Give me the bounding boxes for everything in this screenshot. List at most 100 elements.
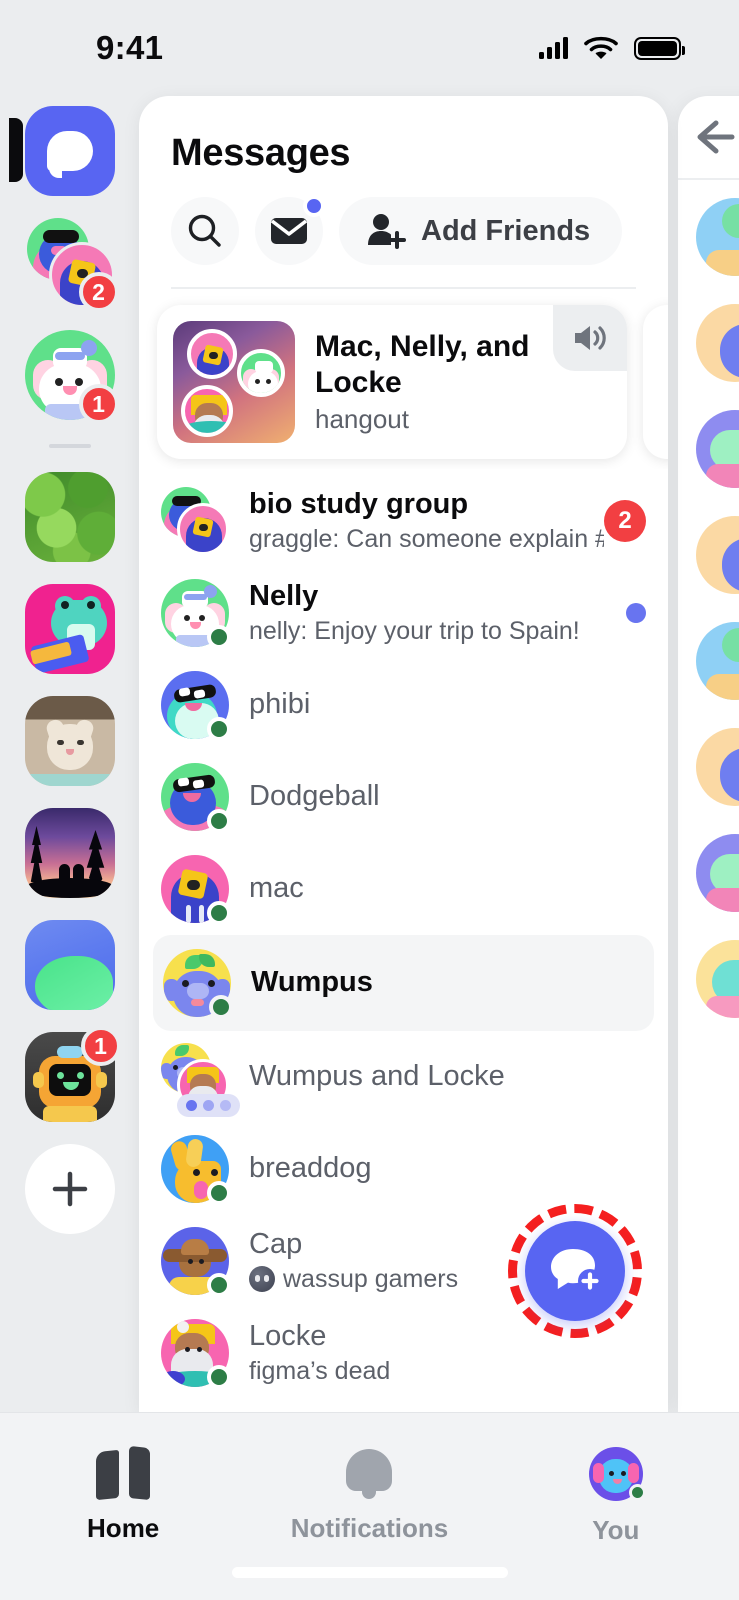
kitten-photo[interactable] [24,696,115,786]
sidebar-item-nelly[interactable]: 1 [24,330,119,424]
add-server-button[interactable] [24,1144,115,1234]
peek-avatar[interactable] [696,940,739,1018]
active-voice-row[interactable]: Mac, Nelly, and Locke hangout [139,289,668,469]
list-item-text: Wumpus [251,966,644,999]
tab-home-label: Home [87,1513,160,1543]
sunset-photo[interactable] [24,808,115,898]
sidebar-item-sunset-server[interactable] [24,808,115,898]
tab-notifications-label: Notifications [290,1513,449,1543]
inbox-unread-dot [303,195,325,217]
tab-notifications[interactable]: Notifications [246,1447,492,1544]
peek-avatar[interactable] [696,516,739,594]
status-bar: 9:41 [0,0,739,96]
new-chat-plus-icon [551,1249,602,1293]
guild-unread-badge: 1 [78,384,119,424]
avatar [161,855,231,925]
rail-divider [48,444,91,448]
peek-avatar[interactable] [696,834,739,912]
avatar [161,763,231,833]
list-item[interactable]: mac [139,843,668,935]
guild-rail[interactable]: 2 1 1 [0,96,139,1412]
list-item-text: bio study group graggle: Can someone exp… [249,488,604,553]
avatar [161,579,231,649]
avatar [161,1135,231,1205]
sidebar-item-bio-study-group[interactable]: 2 [25,218,119,312]
guild-unread-badge: 1 [80,1026,121,1066]
dm-preview-text: nelly: Enjoy your trip to Spain! [249,616,580,645]
online-status-indicator [207,1365,231,1389]
fab-button[interactable] [525,1221,625,1321]
voice-call-meta: Mac, Nelly, and Locke hangout [315,329,565,435]
peek-avatar[interactable] [696,410,739,488]
blue-green-gradient[interactable] [24,920,115,1010]
dm-preview-text: figma’s dead [249,1356,391,1385]
dm-preview-text: graggle: Can someone explain #4? [249,524,604,553]
avatar [161,487,229,555]
voice-call-card-next[interactable] [643,305,668,459]
search-button[interactable] [171,197,239,265]
list-item[interactable]: Dodgeball [139,751,668,843]
back-arrow-icon[interactable] [692,117,738,157]
list-item[interactable]: Nelly nelly: Enjoy your trip to Spain! [139,567,668,659]
sidebar-item-home-dms[interactable] [8,106,115,196]
next-screen-peek-panel[interactable] [678,96,739,1412]
sidebar-item-cat-server[interactable] [24,696,115,786]
online-status-indicator [207,809,231,833]
frog-reading-art[interactable] [24,584,115,674]
peek-avatar[interactable] [696,304,739,382]
inbox-button[interactable] [255,195,325,265]
list-item[interactable]: breaddog [139,1123,668,1215]
sidebar-item-plants-server[interactable] [24,472,115,562]
dm-name: Dodgeball [249,780,380,813]
online-status-indicator [207,625,231,649]
add-friends-button[interactable]: Add Friends [339,197,623,265]
peek-avatar[interactable] [696,622,739,700]
tab-you[interactable]: You [493,1447,739,1546]
search-icon [188,214,221,247]
peek-avatar[interactable] [696,728,739,806]
avatar [163,949,233,1019]
sidebar-item-gradient-server[interactable] [24,920,115,1010]
speaker-toggle-button[interactable] [553,305,627,371]
avatar [161,1227,231,1297]
header-actions[interactable]: Add Friends [171,195,636,265]
participant-avatar-mac [187,329,237,379]
home-icon [96,1445,151,1501]
voice-call-subtitle: hangout [315,403,409,434]
new-message-fab[interactable] [508,1204,642,1338]
dm-preview: figma’s dead [249,1357,646,1386]
peek-member-list[interactable] [678,180,739,1018]
dm-unread-badge: 2 [604,500,646,542]
online-status-indicator [207,1273,231,1297]
dm-name: Wumpus [251,966,373,999]
avatar [161,671,231,741]
list-item-text: phibi [249,688,646,721]
list-item[interactable]: Wumpus and Locke [139,1031,668,1123]
list-item-text: Wumpus and Locke [249,1060,646,1093]
new-moon-face-emoji [249,1266,275,1293]
peek-avatar[interactable] [696,198,739,276]
sidebar-item-frog-server[interactable] [24,584,115,674]
typing-indicator [177,1094,240,1117]
plus-icon[interactable] [24,1144,115,1234]
leaves-photo[interactable] [24,472,115,562]
tab-home[interactable]: Home [0,1445,246,1544]
page-title: Messages [171,132,351,174]
list-item[interactable]: bio study group graggle: Can someone exp… [139,475,668,567]
bell-icon [346,1447,393,1499]
inbox-icon [270,218,308,244]
cellular-signal-icon [539,37,568,59]
sidebar-item-robot-server[interactable]: 1 [24,1026,121,1122]
list-item-selected[interactable]: Wumpus [153,935,654,1031]
voice-call-card[interactable]: Mac, Nelly, and Locke hangout [157,305,627,459]
voice-participants-thumbnail [173,321,295,443]
list-item[interactable]: phibi [139,659,668,751]
online-status-indicator [207,901,231,925]
avatar [161,1319,231,1389]
online-status-indicator [628,1484,646,1501]
list-item-text: mac [249,872,646,905]
online-status-indicator [209,995,233,1019]
status-bar-indicators [539,35,685,61]
dm-name: mac [249,872,304,905]
home-dms-tile[interactable] [24,106,115,196]
